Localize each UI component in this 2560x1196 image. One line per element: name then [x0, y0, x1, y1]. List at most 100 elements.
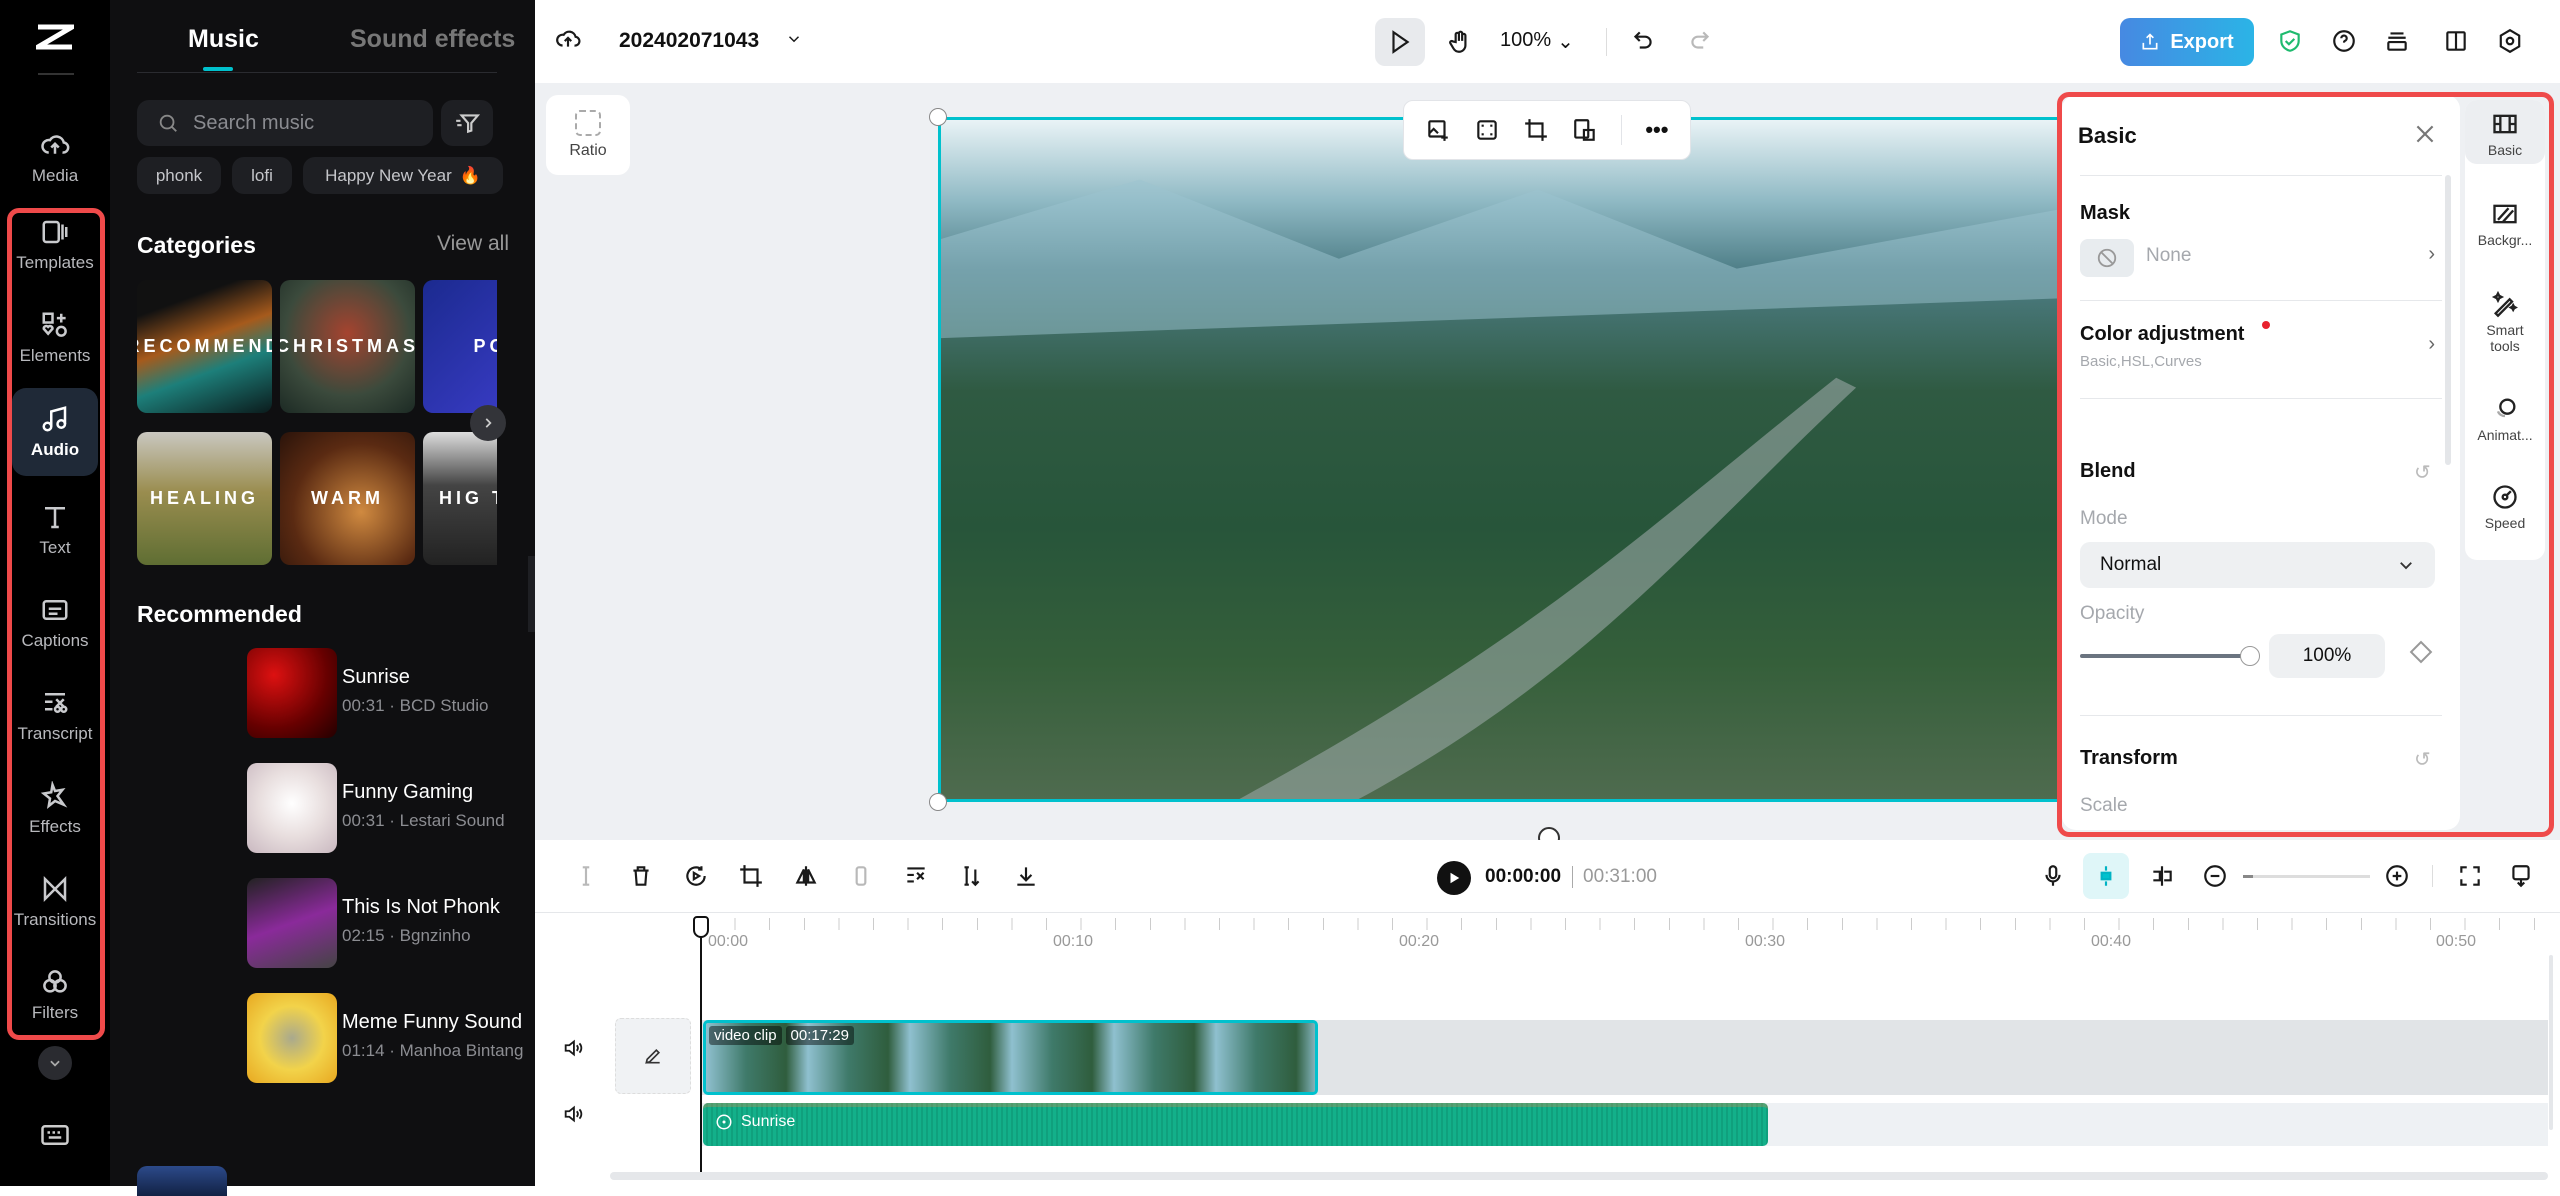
tab-smart-tools[interactable]: Smart tools: [2465, 290, 2545, 354]
snap-icon: [2100, 866, 2112, 886]
resize-handle[interactable]: [929, 108, 947, 126]
security-shield-icon[interactable]: [2277, 28, 2303, 54]
feedback-icon[interactable]: [2508, 863, 2534, 889]
tab-speed[interactable]: Speed: [2465, 483, 2545, 531]
tab-music[interactable]: Music: [188, 25, 259, 54]
track-thumbnail: [247, 878, 337, 968]
split-preview-icon[interactable]: [2149, 863, 2175, 889]
undo-button[interactable]: [1630, 28, 1656, 54]
ratio-button[interactable]: Ratio: [546, 95, 630, 175]
rail-item-media[interactable]: Media: [12, 118, 98, 198]
rail-item-effects[interactable]: Effects: [12, 769, 98, 849]
category-christmas[interactable]: CHRISTMAS: [280, 280, 415, 413]
crop-icon[interactable]: [1523, 117, 1549, 143]
opacity-input[interactable]: 100%: [2269, 634, 2385, 678]
expand-more-button[interactable]: [38, 1046, 72, 1080]
playhead[interactable]: [700, 918, 702, 1173]
picture-in-picture-icon[interactable]: [1572, 117, 1598, 143]
vertical-scrollbar[interactable]: [2549, 955, 2553, 1130]
replace-image-icon[interactable]: [1425, 117, 1451, 143]
crop-icon[interactable]: [738, 863, 764, 889]
keyboard-shortcuts-button[interactable]: [40, 1122, 70, 1153]
edit-cover-button[interactable]: [615, 1018, 691, 1094]
categories-grid: RECOMMEND CHRISTMAS PO HEALING WARM HIG …: [137, 280, 497, 570]
playhead-handle[interactable]: [693, 916, 709, 938]
rail-item-captions[interactable]: Captions: [12, 583, 98, 663]
tab-basic[interactable]: Basic: [2465, 100, 2545, 164]
filter-button[interactable]: [441, 100, 493, 146]
opacity-slider[interactable]: [2080, 654, 2255, 658]
speed-ramp-icon[interactable]: [958, 863, 984, 889]
split-icon[interactable]: [573, 863, 599, 889]
tab-background[interactable]: Backgr...: [2465, 200, 2545, 248]
divider: [2432, 865, 2433, 887]
replay-icon[interactable]: [683, 863, 709, 889]
video-clip[interactable]: video clip 00:17:29: [703, 1020, 1318, 1095]
search-music-input[interactable]: Search music: [137, 100, 433, 146]
close-button[interactable]: [2412, 121, 2438, 147]
mask-selector[interactable]: None ›: [2080, 239, 2435, 285]
select-tool-button[interactable]: [1375, 18, 1425, 66]
video-preview[interactable]: [938, 117, 2063, 802]
color-adjustment-row[interactable]: Color adjustment Basic,HSL,Curves ›: [2080, 321, 2435, 373]
scrollbar[interactable]: [2445, 175, 2451, 465]
more-options-icon[interactable]: •••: [1645, 117, 1668, 143]
chip-happy-new-year[interactable]: Happy New Year 🔥: [303, 157, 503, 194]
freeze-icon[interactable]: [848, 863, 874, 889]
audio-track-mute-icon[interactable]: [562, 1103, 584, 1125]
zoom-slider[interactable]: [2243, 875, 2370, 878]
chip-phonk[interactable]: phonk: [137, 157, 221, 194]
chip-lofi[interactable]: lofi: [232, 157, 292, 194]
fit-icon[interactable]: [1474, 117, 1500, 143]
active-tab-indicator: [203, 67, 233, 71]
reset-transform-icon[interactable]: ↺: [2414, 747, 2431, 772]
layout-split-icon[interactable]: [2443, 28, 2469, 54]
tab-animation[interactable]: Animat...: [2465, 395, 2545, 443]
rail-item-elements[interactable]: Elements: [12, 298, 98, 378]
rail-item-audio[interactable]: Audio: [12, 388, 98, 476]
rail-item-filters[interactable]: Filters: [12, 955, 98, 1035]
zoom-out-icon[interactable]: [2202, 863, 2228, 889]
keyframe-icon[interactable]: [2409, 640, 2433, 664]
opacity-slider-thumb[interactable]: [2240, 646, 2260, 666]
blend-mode-select[interactable]: Normal: [2080, 542, 2435, 588]
category-warm[interactable]: WARM: [280, 432, 415, 565]
rail-item-templates[interactable]: Templates: [12, 205, 98, 285]
rail-item-transcript[interactable]: Transcript: [12, 676, 98, 756]
download-icon[interactable]: [1013, 863, 1039, 889]
time-ruler[interactable]: [700, 918, 2560, 948]
fullscreen-icon[interactable]: [2457, 863, 2483, 889]
view-all-link[interactable]: View all: [437, 232, 509, 256]
horizontal-scrollbar[interactable]: [610, 1172, 2548, 1180]
redo-button[interactable]: [1687, 28, 1713, 54]
reset-blend-icon[interactable]: ↺: [2414, 460, 2431, 485]
tab-sound-effects[interactable]: Sound effects: [350, 25, 515, 54]
rail-item-transitions[interactable]: Transitions: [12, 862, 98, 942]
category-high-tempo[interactable]: HIG TEM: [423, 432, 497, 565]
category-pop[interactable]: PO: [423, 280, 497, 413]
layers-icon[interactable]: [2384, 28, 2410, 54]
resize-handle[interactable]: [929, 793, 947, 811]
help-icon[interactable]: [2331, 28, 2357, 54]
categories-next-button[interactable]: [470, 405, 506, 441]
chevron-down-icon[interactable]: [785, 30, 803, 48]
delete-icon[interactable]: [628, 863, 654, 889]
zoom-dropdown[interactable]: 100% ⌄: [1500, 29, 1574, 54]
project-name[interactable]: 202402071043: [619, 29, 759, 53]
category-recommend[interactable]: RECOMMEND: [137, 280, 272, 413]
hand-tool-button[interactable]: [1437, 18, 1483, 66]
audio-clip[interactable]: Sunrise: [703, 1103, 1768, 1146]
rail-item-text[interactable]: Text: [12, 490, 98, 570]
play-button[interactable]: [1437, 861, 1471, 895]
mirror-icon[interactable]: [793, 863, 819, 889]
export-button[interactable]: Export: [2120, 18, 2254, 66]
settings-icon[interactable]: [2497, 28, 2523, 54]
auto-snap-button[interactable]: [2083, 853, 2129, 899]
transcript-icon[interactable]: [903, 863, 929, 889]
microphone-icon[interactable]: [2040, 863, 2066, 889]
zoom-in-icon[interactable]: [2384, 863, 2410, 889]
category-healing[interactable]: HEALING: [137, 432, 272, 565]
capcut-logo[interactable]: [28, 24, 82, 50]
video-track-mute-icon[interactable]: [562, 1037, 584, 1059]
no-mask-icon: [2080, 239, 2134, 277]
